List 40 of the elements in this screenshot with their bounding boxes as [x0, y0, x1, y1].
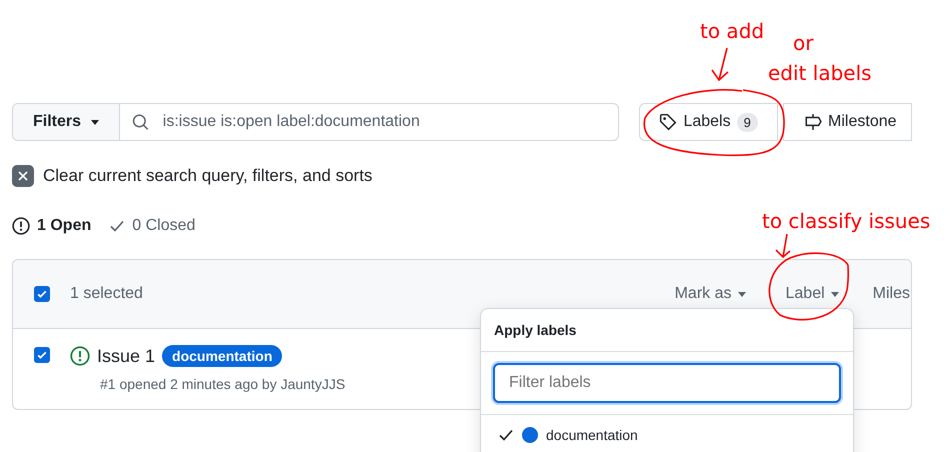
- search-icon: [132, 113, 149, 131]
- check-icon: [36, 349, 48, 361]
- caret-icon: [830, 292, 839, 296]
- checkbox[interactable]: [34, 347, 50, 363]
- issue-label[interactable]: documentation: [162, 345, 282, 367]
- check-icon: [498, 427, 514, 443]
- labels-button[interactable]: Labels 9: [639, 103, 778, 141]
- menu-title: Apply labels: [481, 309, 853, 352]
- action-menu-button[interactable]: Label: [766, 285, 859, 303]
- annotation-arrow: [775, 234, 791, 258]
- action-menu-button[interactable]: Mark as: [654, 285, 766, 303]
- annotation-arrow: [711, 48, 729, 82]
- annotation-text: to add: [700, 19, 764, 43]
- issue-meta: #1 opened 2 minutes ago by JauntyJJS: [100, 376, 346, 392]
- caret-icon: [91, 120, 100, 124]
- issue-open-icon: [70, 346, 90, 366]
- filter-field[interactable]: Filter labels: [493, 363, 841, 403]
- checkbox[interactable]: [34, 286, 50, 302]
- check-icon: [36, 288, 48, 300]
- action-menu-button[interactable]: Miles: [858, 285, 911, 303]
- issue-title[interactable]: Issue 1: [97, 346, 156, 366]
- selected-count: 1 selected: [70, 285, 144, 303]
- annotation-text: to classify issues: [762, 209, 930, 233]
- check-icon: [109, 218, 126, 234]
- state-tab[interactable]: 0 Closed: [109, 217, 196, 235]
- annotation-text: edit labels: [768, 61, 872, 85]
- issue-open-icon: [12, 217, 30, 235]
- state-tab[interactable]: 1 Open: [12, 217, 92, 235]
- signpost-icon: [804, 113, 822, 131]
- search-bar[interactable]: Filters is:issue is:open label:documentation: [12, 103, 620, 141]
- filters-button[interactable]: Filters: [13, 104, 120, 140]
- label-option[interactable]: documentation: [481, 415, 853, 452]
- milestones-button[interactable]: Milestone: [783, 103, 912, 141]
- clear-filters-link[interactable]: Clear current search query, filters, and sorts: [43, 166, 372, 186]
- tag-icon: [659, 113, 678, 131]
- annotation-text: or: [793, 31, 814, 55]
- caret-icon: [738, 292, 746, 296]
- count-badge: 9: [736, 112, 758, 132]
- close-icon[interactable]: [12, 165, 34, 187]
- search-field[interactable]: is:issue is:open label:documentation: [160, 112, 618, 132]
